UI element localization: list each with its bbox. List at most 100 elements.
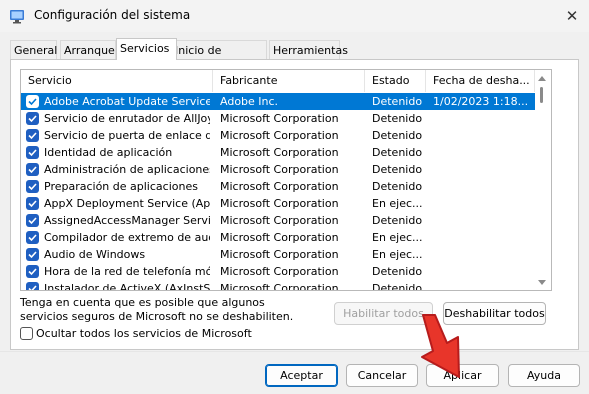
service-status: Detenido [372, 146, 423, 159]
service-checkbox[interactable] [26, 129, 39, 142]
check-icon [28, 149, 37, 157]
table-row[interactable]: Hora de la red de telefonía móvil Microso… [21, 263, 535, 280]
ok-button[interactable]: Aceptar [265, 364, 338, 387]
service-name: Administración de aplicaciones [44, 163, 210, 176]
service-status: Detenido [372, 163, 423, 176]
service-name: Compilador de extremo de audio... [44, 231, 210, 244]
service-manufacturer: Microsoft Corporation [220, 231, 339, 244]
close-icon: ✕ [565, 7, 579, 25]
scroll-down-icon[interactable] [538, 280, 546, 285]
red-pointer-arrow-icon [414, 311, 470, 384]
table-row[interactable]: Servicio de enrutador de AllJoyn Microsof… [21, 110, 535, 127]
warning-note: Tenga en cuenta que es posible que algun… [20, 296, 294, 323]
table-row[interactable]: AssignedAccessManager Service Microsoft C… [21, 212, 535, 229]
service-name: Servicio de puerta de enlace de ... [44, 129, 210, 142]
service-status: Detenido [372, 265, 423, 278]
service-disabled-date [433, 144, 533, 161]
service-name: Hora de la red de telefonía móvil [44, 265, 210, 278]
service-disabled-date [433, 280, 533, 290]
tab-services[interactable]: Servicios [116, 38, 177, 60]
service-disabled-date [433, 161, 533, 178]
table-row[interactable]: Servicio de puerta de enlace de ... Micro… [21, 127, 535, 144]
column-header-disabled-date[interactable]: Fecha de desha... [426, 70, 535, 92]
service-disabled-date: 1/02/2023 1:18... [433, 95, 529, 108]
service-name: Identidad de aplicación [44, 146, 173, 159]
service-disabled-date [433, 263, 533, 280]
service-disabled-date [433, 246, 533, 263]
column-header-manufacturer[interactable]: Fabricante [213, 70, 365, 92]
service-disabled-date [433, 212, 533, 229]
service-status: En ejec... [372, 197, 423, 210]
service-status: Detenido [372, 129, 423, 142]
title-bar: Configuración del sistema ✕ [0, 0, 589, 32]
service-manufacturer: Microsoft Corporation [220, 282, 339, 291]
service-status: Detenido [372, 95, 423, 108]
service-checkbox[interactable] [26, 180, 39, 193]
check-icon [28, 234, 37, 242]
service-checkbox[interactable] [26, 95, 39, 108]
service-status: En ejec... [372, 231, 423, 244]
check-icon [28, 251, 37, 259]
scroll-up-icon[interactable] [538, 76, 546, 81]
service-checkbox[interactable] [26, 231, 39, 244]
service-manufacturer: Microsoft Corporation [220, 180, 339, 193]
service-disabled-date [433, 178, 533, 195]
service-disabled-date [433, 195, 533, 212]
scroll-thumb[interactable] [540, 87, 543, 103]
check-icon [28, 183, 37, 191]
service-name: AppX Deployment Service (AppX... [44, 197, 210, 210]
hide-microsoft-label: Ocultar todos los servicios de Microsoft [36, 327, 252, 340]
service-status: Detenido [372, 112, 423, 125]
tab-general[interactable]: General [10, 40, 57, 59]
service-checkbox[interactable] [26, 163, 39, 176]
service-name: AssignedAccessManager Service [44, 214, 210, 227]
service-name: Audio de Windows [44, 248, 146, 261]
vertical-scrollbar[interactable] [535, 70, 551, 290]
services-list[interactable]: Servicio Fabricante Estado Fecha de desh… [20, 69, 552, 291]
check-icon [28, 115, 37, 123]
service-checkbox[interactable] [26, 265, 39, 278]
service-checkbox[interactable] [26, 197, 39, 210]
service-manufacturer: Microsoft Corporation [220, 112, 339, 125]
table-row[interactable]: Adobe Acrobat Update Service Adobe Inc. De… [21, 93, 535, 110]
cancel-button[interactable]: Cancelar [346, 364, 418, 387]
list-header: Servicio Fabricante Estado Fecha de desh… [21, 70, 551, 92]
service-disabled-date [433, 110, 533, 127]
close-button[interactable]: ✕ [561, 5, 583, 27]
column-header-service[interactable]: Servicio [21, 70, 213, 92]
service-checkbox[interactable] [26, 214, 39, 227]
service-manufacturer: Microsoft Corporation [220, 146, 339, 159]
service-disabled-date [433, 229, 533, 246]
service-checkbox[interactable] [26, 112, 39, 125]
tab-startup[interactable]: Arranque [60, 40, 116, 59]
table-row[interactable]: Instalador de ActiveX (AxInstSV) Microsof… [21, 280, 535, 291]
list-rows: Adobe Acrobat Update Service Adobe Inc. De… [21, 93, 535, 291]
service-manufacturer: Microsoft Corporation [220, 197, 339, 210]
service-checkbox[interactable] [26, 146, 39, 159]
tab-tools[interactable]: Herramientas [269, 40, 348, 59]
tab-windows-startup[interactable]: Inicio de Windows [171, 40, 267, 76]
system-config-icon [9, 8, 25, 24]
footer-separator [0, 351, 589, 352]
help-button[interactable]: Ayuda [508, 364, 580, 387]
service-manufacturer: Microsoft Corporation [220, 265, 339, 278]
check-icon [28, 166, 37, 174]
service-checkbox[interactable] [26, 248, 39, 261]
window-title: Configuración del sistema [34, 8, 191, 22]
check-icon [28, 132, 37, 140]
service-name: Servicio de enrutador de AllJoyn [44, 112, 210, 125]
table-row[interactable]: Administración de aplicaciones Microsoft … [21, 161, 535, 178]
check-icon [28, 268, 37, 276]
service-checkbox[interactable] [26, 282, 39, 290]
table-row[interactable]: AppX Deployment Service (AppX... Microsof… [21, 195, 535, 212]
hide-microsoft-checkbox[interactable] [20, 327, 33, 340]
service-name: Preparación de aplicaciones [44, 180, 198, 193]
table-row[interactable]: Preparación de aplicaciones Microsoft Cor… [21, 178, 535, 195]
service-name: Instalador de ActiveX (AxInstSV) [44, 282, 210, 291]
table-row[interactable]: Identidad de aplicación Microsoft Corpora… [21, 144, 535, 161]
table-row[interactable]: Audio de Windows Microsoft Corporation En … [21, 246, 535, 263]
table-row[interactable]: Compilador de extremo de audio... Microso… [21, 229, 535, 246]
column-header-status[interactable]: Estado [365, 70, 426, 92]
service-status: En ejec... [372, 248, 423, 261]
service-manufacturer: Microsoft Corporation [220, 129, 339, 142]
